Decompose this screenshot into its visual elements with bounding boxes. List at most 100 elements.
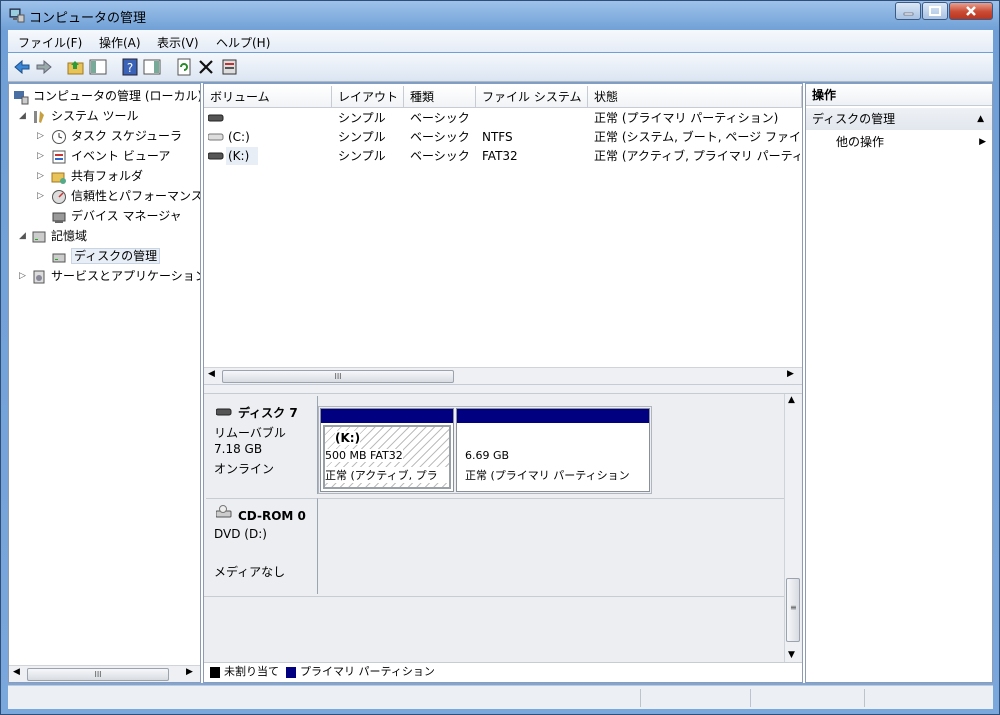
up-folder-icon[interactable] xyxy=(66,57,86,77)
scroll-thumb[interactable]: III xyxy=(222,370,454,383)
table-cell-volume[interactable]: (K:) xyxy=(226,147,258,165)
tree-item-label: ディスクの管理 xyxy=(71,248,161,264)
actions-section-label: ディスクの管理 xyxy=(812,112,896,126)
back-arrow-icon[interactable] xyxy=(12,57,32,77)
scroll-thumb[interactable]: III xyxy=(27,668,169,681)
close-button[interactable] xyxy=(949,2,993,20)
volume-list[interactable]: ボリューム レイアウト 種類 ファイル システム 状態 シンプル ベーシック 正… xyxy=(204,84,802,384)
scroll-up-icon[interactable]: ▲ xyxy=(788,395,795,405)
partition-status: 正常 (アクティブ, プラ xyxy=(325,467,449,483)
expand-arrow-icon[interactable]: ▷ xyxy=(37,151,44,161)
scroll-left-icon[interactable]: ◀ xyxy=(13,667,20,677)
forward-arrow-icon[interactable] xyxy=(34,57,54,77)
tree-item-task-scheduler[interactable]: タスク スケジューラ xyxy=(51,126,182,146)
storage-icon xyxy=(32,231,46,242)
graph-vertical-scrollbar[interactable]: ▲ ≡ ▼ xyxy=(784,394,801,664)
partition-primary[interactable]: 6.69 GB 正常 (プライマリ パーティション xyxy=(456,408,650,492)
disk-name: ディスク 7 xyxy=(238,406,298,420)
scroll-right-icon[interactable]: ▶ xyxy=(787,369,794,379)
column-header-type[interactable]: 種類 xyxy=(404,86,476,108)
tree-item-storage[interactable]: 記憶域 xyxy=(31,226,87,246)
menu-action[interactable]: 操作(A) xyxy=(99,34,141,51)
tree-item-services-applications[interactable]: サービスとアプリケーション xyxy=(31,266,201,286)
tree-root-label: コンピュータの管理 (ローカル) xyxy=(33,89,201,103)
tree-item-event-viewer[interactable]: イベント ビューア xyxy=(51,146,170,166)
action-more-actions[interactable]: 他の操作 ▶ xyxy=(836,132,986,152)
actions-header: 操作 xyxy=(806,84,992,106)
table-cell-filesystem: FAT32 xyxy=(482,149,518,163)
list-horizontal-scrollbar[interactable]: ◀ III ▶ xyxy=(204,367,802,384)
table-cell-layout: シンプル xyxy=(338,111,386,125)
legend: 未割り当て プライマリ パーティション xyxy=(204,662,802,682)
legend-label: 未割り当て xyxy=(224,665,279,678)
tree-item-label: システム ツール xyxy=(51,109,139,123)
toolbar: ? xyxy=(8,53,993,82)
tree-item-shared-folders[interactable]: 共有フォルダ xyxy=(51,166,143,186)
disk-label[interactable]: ディスク 7 リムーバブル 7.18 GB オンライン xyxy=(206,396,318,494)
maximize-button[interactable] xyxy=(922,2,948,20)
removable-drive-icon xyxy=(216,408,232,416)
tree-item-device-manager[interactable]: デバイス マネージャ xyxy=(51,206,182,226)
scroll-left-icon[interactable]: ◀ xyxy=(208,369,215,379)
column-header-layout[interactable]: レイアウト xyxy=(332,86,404,108)
tree-item-label: サービスとアプリケーション xyxy=(51,269,201,283)
tree-item-reliability-performance[interactable]: 信頼性とパフォーマンス xyxy=(51,186,200,206)
menu-view[interactable]: 表示(V) xyxy=(157,34,199,51)
clock-icon xyxy=(52,129,66,144)
tree-item-label: タスク スケジューラ xyxy=(71,129,182,143)
tree-item-system-tools[interactable]: システム ツール xyxy=(31,106,138,126)
legend-swatch-primary xyxy=(286,667,296,678)
expand-arrow-icon[interactable]: ▷ xyxy=(37,171,44,181)
table-cell-layout: シンプル xyxy=(338,130,386,144)
table-cell-filesystem xyxy=(482,109,586,127)
collapse-arrow-icon[interactable]: ◢ xyxy=(19,231,26,241)
partition-title: (K:) xyxy=(335,431,361,445)
actions-pane: 操作 ディスクの管理 ▲ 他の操作 ▶ xyxy=(805,83,993,683)
console-tree[interactable]: コンピュータの管理 (ローカル) ◢ システム ツール ▷ タスク スケジューラ… xyxy=(8,83,201,683)
refresh-icon[interactable] xyxy=(174,57,194,77)
tree-root[interactable]: コンピュータの管理 (ローカル) xyxy=(13,86,201,106)
status-separator xyxy=(750,689,751,707)
properties-icon[interactable] xyxy=(220,57,240,77)
submenu-arrow-icon: ▶ xyxy=(979,137,986,147)
show-hide-console-tree-icon[interactable] xyxy=(88,57,108,77)
column-header-volume[interactable]: ボリューム xyxy=(204,86,332,108)
collapse-arrow-icon[interactable]: ◢ xyxy=(19,111,26,121)
column-header-filesystem[interactable]: ファイル システム xyxy=(476,86,588,108)
partition-status: 正常 (プライマリ パーティション xyxy=(465,469,630,482)
expand-arrow-icon[interactable]: ▷ xyxy=(37,191,44,201)
disk-partitions-bar: (K:) 500 MB FAT32 正常 (アクティブ, プラ 6.69 GB … xyxy=(318,406,652,494)
table-cell-status: 正常 (プライマリ パーティション) xyxy=(594,111,779,125)
partition-k[interactable]: (K:) 500 MB FAT32 正常 (アクティブ, プラ xyxy=(320,408,454,492)
scroll-down-icon[interactable]: ▼ xyxy=(788,650,795,660)
column-header-status[interactable]: 状態 xyxy=(588,86,802,108)
disk-label[interactable]: CD-ROM 0 DVD (D:) メディアなし xyxy=(206,498,318,594)
disk-kind: リムーバブル xyxy=(214,426,286,440)
menu-file[interactable]: ファイル(F) xyxy=(18,34,82,51)
legend-label: プライマリ パーティション xyxy=(300,665,435,678)
table-cell-volume[interactable]: (C:) xyxy=(228,128,328,146)
table-cell-volume[interactable] xyxy=(228,109,328,127)
status-bar xyxy=(8,685,993,709)
delete-icon[interactable] xyxy=(196,57,216,77)
minimize-button[interactable] xyxy=(895,2,921,20)
client-area: コンピュータの管理 (ローカル) ◢ システム ツール ▷ タスク スケジューラ… xyxy=(8,83,993,683)
partition-size: 500 MB FAT32 xyxy=(325,449,403,462)
device-manager-icon xyxy=(52,212,66,223)
help-icon[interactable]: ? xyxy=(120,57,140,77)
expand-arrow-icon[interactable]: ▷ xyxy=(19,271,26,281)
disk-management-icon xyxy=(52,253,66,262)
collapse-up-icon[interactable]: ▲ xyxy=(977,108,984,130)
pane-splitter[interactable] xyxy=(204,384,802,394)
menu-help[interactable]: ヘルプ(H) xyxy=(216,34,270,51)
scroll-right-icon[interactable]: ▶ xyxy=(186,667,193,677)
show-hide-action-pane-icon[interactable] xyxy=(142,57,162,77)
table-cell-status: 正常 (アクティブ, プライマリ パーティ xyxy=(594,149,800,163)
title-bar[interactable]: コンピュータの管理 xyxy=(1,1,999,29)
tools-icon xyxy=(34,110,44,123)
actions-section-disk-management[interactable]: ディスクの管理 ▲ xyxy=(806,108,992,130)
expand-arrow-icon[interactable]: ▷ xyxy=(37,131,44,141)
tree-horizontal-scrollbar[interactable]: ◀ III ▶ xyxy=(9,665,200,682)
scroll-thumb[interactable]: ≡ xyxy=(786,578,800,642)
tree-item-disk-management[interactable]: ディスクの管理 xyxy=(51,246,161,266)
